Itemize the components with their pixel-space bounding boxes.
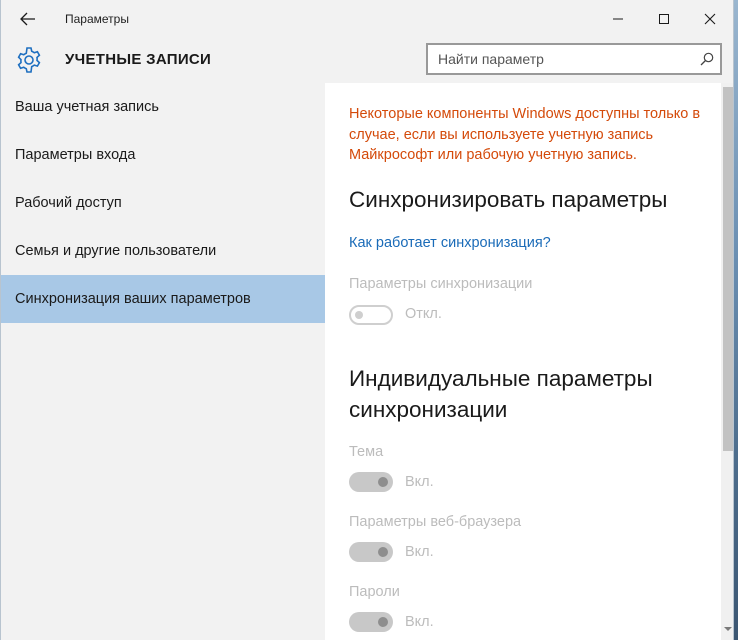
passwords-state: Вкл. <box>405 614 434 630</box>
maximize-button[interactable] <box>641 0 687 38</box>
sidebar-item-work-access[interactable]: Рабочий доступ <box>1 179 325 227</box>
warning-text: Некоторые компоненты Windows доступны то… <box>349 106 701 163</box>
gear-icon <box>17 47 41 73</box>
browser-settings-toggle[interactable] <box>349 542 393 562</box>
browser-settings-state: Вкл. <box>405 544 434 560</box>
toggle-knob <box>355 311 363 319</box>
sidebar-item-family[interactable]: Семья и другие пользователи <box>1 227 325 275</box>
section-title: УЧЕТНЫЕ ЗАПИСИ <box>65 51 212 68</box>
individual-sync-heading: Индивидуальные параметры синхронизации <box>349 366 653 422</box>
window-title: Параметры <box>65 12 129 26</box>
passwords-label: Пароли <box>349 584 400 600</box>
search-icon[interactable] <box>700 52 714 66</box>
title-bar: Параметры <box>1 0 733 38</box>
maximize-icon <box>659 14 669 24</box>
sync-settings-toggle[interactable] <box>349 305 393 325</box>
passwords-toggle[interactable] <box>349 612 393 632</box>
minimize-button[interactable] <box>595 0 641 38</box>
sync-settings-label: Параметры синхронизации <box>349 276 533 292</box>
sync-settings-state: Откл. <box>405 306 442 322</box>
toggle-knob <box>378 547 388 557</box>
how-sync-works-link[interactable]: Как работает синхронизация? <box>349 235 551 251</box>
back-arrow-icon <box>20 12 35 26</box>
theme-toggle[interactable] <box>349 472 393 492</box>
search-box[interactable] <box>426 43 722 75</box>
minimize-icon <box>613 18 623 20</box>
window-controls <box>595 0 733 38</box>
sidebar-item-sign-in-options[interactable]: Параметры входа <box>1 131 325 179</box>
main-content: Некоторые компоненты Windows доступны то… <box>325 83 721 640</box>
toggle-knob <box>378 617 388 627</box>
search-input[interactable] <box>428 45 688 73</box>
settings-window: Параметры УЧЕТНЫЕ ЗАПИСИ Найти параметр … <box>0 0 734 640</box>
back-button[interactable] <box>1 0 55 38</box>
sidebar-item-your-account[interactable]: Ваша учетная запись <box>1 83 325 131</box>
theme-state: Вкл. <box>405 474 434 490</box>
close-icon <box>704 13 716 25</box>
vertical-scrollbar[interactable] <box>721 83 733 640</box>
toggle-knob <box>378 477 388 487</box>
close-button[interactable] <box>687 0 733 38</box>
sync-heading: Синхронизировать параметры <box>349 187 668 212</box>
browser-settings-label: Параметры веб-браузера <box>349 514 522 530</box>
page-header: УЧЕТНЫЕ ЗАПИСИ <box>1 38 733 83</box>
sidebar: Ваша учетная запись Параметры входа Рабо… <box>1 83 325 640</box>
scroll-down-arrow-icon[interactable] <box>723 624 733 634</box>
theme-label: Тема <box>349 444 384 460</box>
sidebar-item-sync-settings[interactable]: Синхронизация ваших параметров <box>1 275 325 323</box>
scrollbar-thumb[interactable] <box>723 87 733 451</box>
